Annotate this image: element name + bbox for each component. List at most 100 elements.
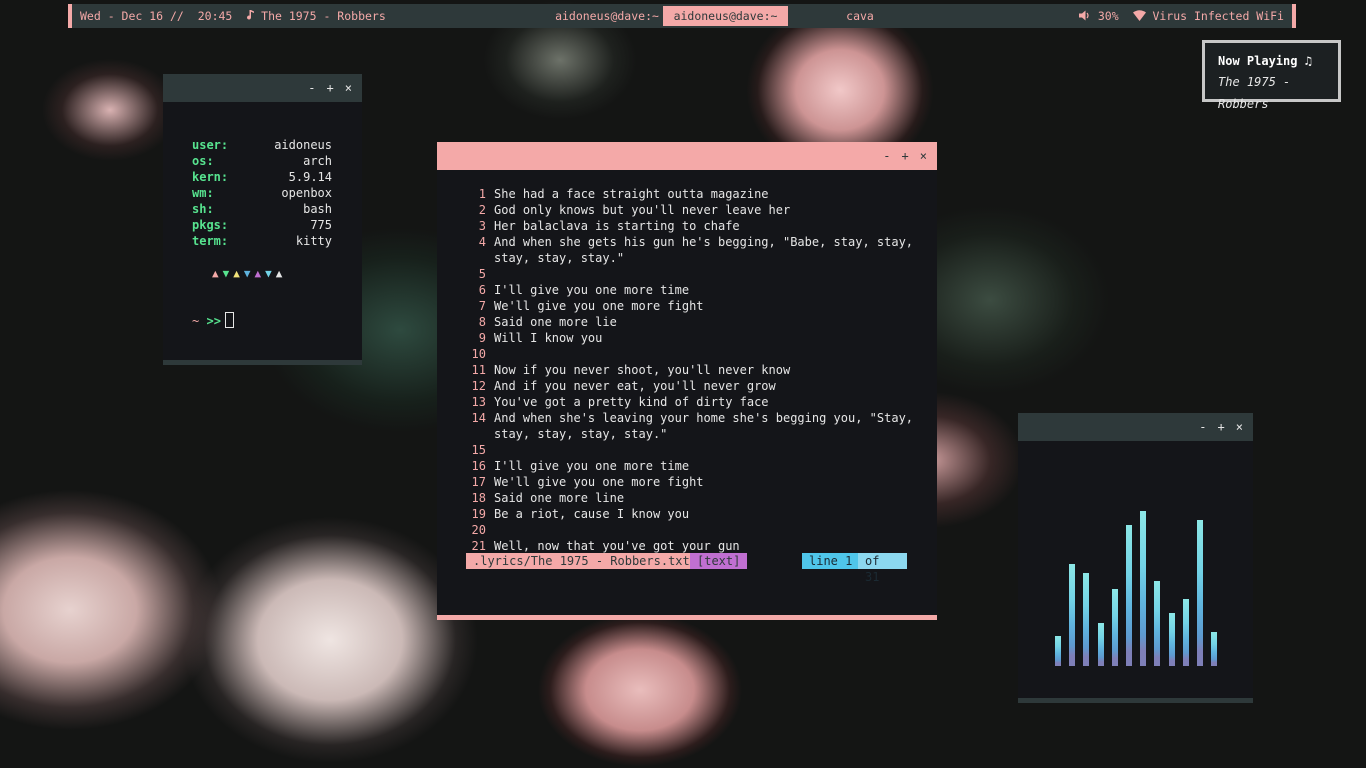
close-button[interactable]: × — [345, 74, 352, 102]
editor-line[interactable]: 3 Her balaclava is starting to chafe — [466, 218, 926, 234]
spectrum-bar — [1098, 623, 1104, 666]
editor-line[interactable]: 9 Will I know you — [466, 330, 926, 346]
window-titlebar[interactable]: - + × — [163, 74, 362, 102]
spectrum-bar — [1169, 613, 1175, 666]
music-note-icon — [246, 5, 255, 29]
line-number: 7 — [478, 299, 486, 313]
prompt-symbol: >> — [206, 314, 221, 328]
editor-line[interactable]: 19 Be a riot, cause I know you — [466, 506, 926, 522]
statusline-total: of 31 — [858, 553, 907, 584]
editor-line[interactable]: 18 Said one more line — [466, 490, 926, 506]
line-number: 2 — [478, 203, 486, 217]
line-text: And when she's leaving your home she's b… — [494, 411, 914, 425]
window-titlebar[interactable]: - + × — [1018, 413, 1253, 441]
wifi-network-name: Virus Infected WiFi — [1152, 9, 1284, 23]
editor-line[interactable]: 20 — [466, 522, 926, 538]
wifi-icon[interactable] — [1132, 5, 1146, 29]
editor-line[interactable]: 1 She had a face straight outta magazine — [466, 186, 926, 202]
text-cursor — [224, 312, 234, 328]
status-right: 30% Virus Infected WiFi — [1078, 4, 1284, 29]
editor-line[interactable]: 4 And when she gets his gun he's begging,… — [466, 234, 926, 250]
sysinfo-value: aidoneus — [274, 138, 332, 152]
minimize-button[interactable]: - — [308, 74, 315, 102]
now-playing-title: Now Playing ♫ — [1218, 54, 1312, 68]
close-button[interactable]: × — [920, 142, 927, 170]
color-marker: ▼ — [222, 267, 234, 280]
editor-line[interactable]: 14 And when she's leaving your home she's… — [466, 410, 926, 426]
sysinfo-value: bash — [303, 202, 332, 216]
editor-statusline: .lyrics/The 1975 - Robbers.txt [text] li… — [466, 553, 907, 584]
editor-line[interactable]: 2 God only knows but you'll never leave h… — [466, 202, 926, 218]
editor-line[interactable]: stay, stay, stay, stay." — [466, 426, 926, 442]
color-marker: ▲ — [275, 267, 287, 280]
sysinfo-row: os: arch — [192, 153, 332, 169]
spectrum-bar — [1083, 573, 1089, 666]
maximize-button[interactable]: + — [1218, 413, 1225, 441]
line-number: 14 — [471, 411, 486, 425]
workspace-tab-cava[interactable]: cava — [820, 4, 900, 28]
spectrum-bar — [1154, 581, 1160, 666]
sysinfo-key: sh: — [192, 202, 214, 216]
window-bottom-border — [437, 615, 937, 620]
workspace-tab-2-active[interactable]: aidoneus@dave:~ — [663, 6, 788, 26]
statusline-filename: .lyrics/The 1975 - Robbers.txt — [466, 553, 697, 569]
status-left: Wed - Dec 16 // 20:45 The 1975 - Robbers — [80, 4, 386, 28]
editor-line[interactable]: 17 We'll give you one more fight — [466, 474, 926, 490]
volume-level: 30% — [1097, 9, 1119, 23]
sysinfo-key: pkgs: — [192, 218, 229, 232]
window-bottom-border — [163, 360, 362, 365]
shell-prompt[interactable]: ~ >> — [192, 312, 234, 328]
close-button[interactable]: × — [1236, 413, 1243, 441]
line-text: Her balaclava is starting to chafe — [494, 219, 740, 233]
editor-window[interactable]: - + × 1 She had a face straight outta magaz… — [437, 142, 937, 620]
now-playing-widget: Now Playing ♫ The 1975 - Robbers — [1202, 40, 1341, 111]
clock-text: 20:45 — [197, 9, 233, 23]
window-bottom-border — [1018, 698, 1253, 703]
editor-line[interactable]: 21 Well, now that you've got your gun — [466, 538, 926, 554]
line-number: 3 — [478, 219, 486, 233]
minimize-button[interactable]: - — [1199, 413, 1206, 441]
line-number: 21 — [471, 539, 486, 553]
editor-line[interactable]: 16 I'll give you one more time — [466, 458, 926, 474]
volume-icon[interactable] — [1078, 5, 1091, 29]
line-text: stay, stay, stay, stay." — [494, 427, 668, 441]
window-controls: - + × — [872, 142, 927, 170]
spectrum-bar — [1126, 525, 1132, 666]
editor-text-area[interactable]: 1 She had a face straight outta magazine 2… — [466, 186, 926, 554]
statusline-line: line 1 — [802, 553, 860, 569]
editor-line[interactable]: 15 — [466, 442, 926, 458]
sysinfo-row: wm: openbox — [192, 185, 332, 201]
line-text: We'll give you one more fight — [494, 299, 704, 313]
line-number: 17 — [471, 475, 486, 489]
editor-line[interactable]: 5 — [466, 266, 926, 282]
sysinfo-row: sh: bash — [192, 201, 332, 217]
line-text: I'll give you one more time — [494, 459, 690, 473]
line-text: I'll give you one more time — [494, 283, 690, 297]
sysinfo-value: arch — [303, 154, 332, 168]
editor-line[interactable]: 12 And if you never eat, you'll never gro… — [466, 378, 926, 394]
editor-line[interactable]: 13 You've got a pretty kind of dirty face — [466, 394, 926, 410]
maximize-button[interactable]: + — [327, 74, 334, 102]
editor-line[interactable]: 7 We'll give you one more fight — [466, 298, 926, 314]
line-number: 13 — [471, 395, 486, 409]
spectrum-bar — [1183, 599, 1189, 666]
editor-line[interactable]: 10 — [466, 346, 926, 362]
editor-line[interactable]: 11 Now if you never shoot, you'll never k… — [466, 362, 926, 378]
prompt-cwd: ~ — [192, 314, 200, 328]
cava-visualizer-window[interactable]: - + × — [1018, 413, 1253, 703]
line-text: And if you never eat, you'll never grow — [494, 379, 776, 393]
editor-line[interactable]: stay, stay, stay." — [466, 250, 926, 266]
editor-line[interactable]: 6 I'll give you one more time — [466, 282, 926, 298]
line-number: 4 — [478, 235, 486, 249]
spectrum-bar — [1055, 636, 1061, 666]
window-titlebar[interactable]: - + × — [437, 142, 937, 170]
workspace-tab-1[interactable]: aidoneus@dave:~ — [547, 4, 667, 28]
editor-line[interactable]: 8 Said one more lie — [466, 314, 926, 330]
maximize-button[interactable]: + — [902, 142, 909, 170]
sysinfo-key: user: — [192, 138, 229, 152]
window-controls: - + × — [297, 74, 352, 102]
fetch-terminal-window[interactable]: - + × user: aidoneus os: arch kern: 5.9.14 wm… — [163, 74, 362, 365]
line-number: 9 — [478, 331, 486, 345]
minimize-button[interactable]: - — [883, 142, 890, 170]
line-text: We'll give you one more fight — [494, 475, 704, 489]
